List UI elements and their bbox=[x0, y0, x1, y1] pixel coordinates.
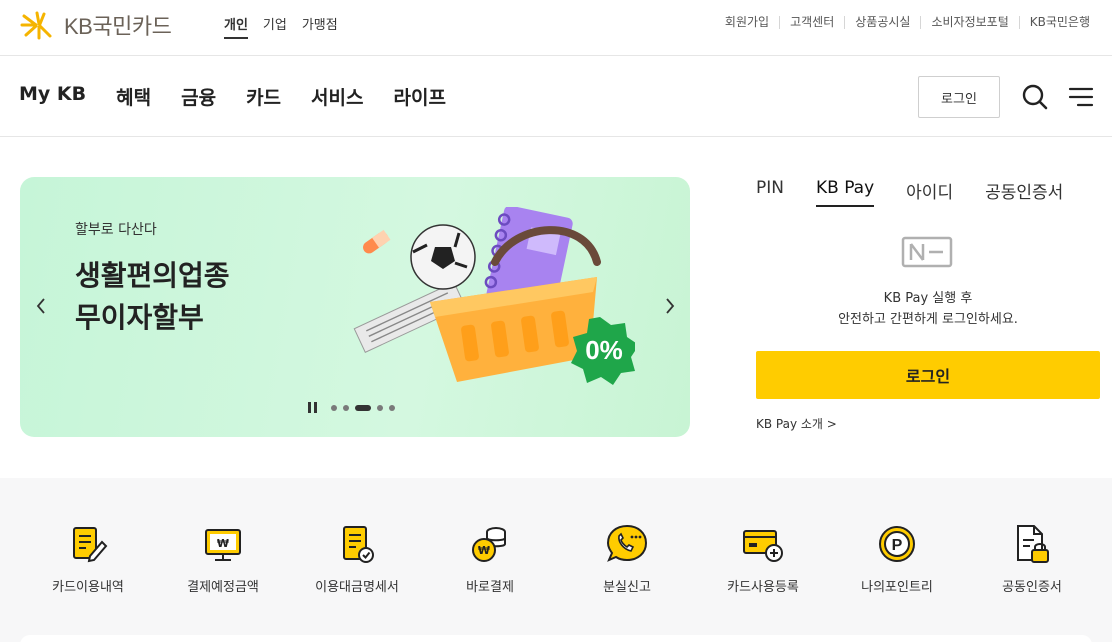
quick-my-pointree[interactable]: P 나의포인트리 bbox=[827, 522, 967, 595]
quick-label: 카드사용등록 bbox=[727, 580, 799, 595]
logo-text: KB국민카드 bbox=[64, 14, 172, 39]
slide-dot[interactable] bbox=[331, 404, 337, 411]
header-login-button[interactable]: 로그인 bbox=[918, 76, 1000, 118]
zero-percent-badge: 0% bbox=[585, 335, 623, 365]
banner-subtitle: 할부로 다산다 bbox=[75, 222, 157, 238]
kb-pay-login-button[interactable]: 로그인 bbox=[756, 351, 1100, 399]
hamburger-menu-icon[interactable] bbox=[1068, 86, 1094, 108]
login-message-line2: 안전하고 간편하게 로그인하세요. bbox=[838, 312, 1018, 327]
certificate-lock-icon bbox=[1017, 525, 1049, 563]
quick-instant-payment[interactable]: ₩ 바로결제 bbox=[420, 522, 560, 595]
quick-label: 나의포인트리 bbox=[861, 580, 933, 595]
quick-certificate[interactable]: 공동인증서 bbox=[962, 522, 1102, 595]
menu-life[interactable]: 라이프 bbox=[393, 83, 445, 110]
slide-dot[interactable] bbox=[343, 404, 349, 411]
product-disclosure-link[interactable]: 상품공시실 bbox=[844, 16, 920, 29]
svg-text:P: P bbox=[892, 537, 903, 554]
menu-service[interactable]: 서비스 bbox=[311, 83, 363, 110]
quick-label: 이용대금명세서 bbox=[315, 580, 399, 595]
quick-label: 공동인증서 bbox=[1002, 580, 1062, 595]
tab-personal[interactable]: 개인 bbox=[224, 14, 248, 39]
menu-benefits[interactable]: 혜택 bbox=[116, 83, 151, 110]
menu-finance[interactable]: 금융 bbox=[181, 83, 216, 110]
tab-pin[interactable]: PIN bbox=[756, 178, 784, 207]
customer-center-link[interactable]: 고객센터 bbox=[779, 16, 844, 29]
promo-banner[interactable]: 할부로 다산다 생활편의업종 무이자할부 0% bbox=[20, 177, 690, 437]
lost-report-phone-icon bbox=[606, 524, 648, 562]
quick-lost-report[interactable]: 분실신고 bbox=[557, 522, 697, 595]
slide-pager bbox=[308, 402, 395, 413]
kb-logo[interactable]: KB국민카드 bbox=[20, 10, 172, 40]
kb-pay-app-icon bbox=[901, 236, 953, 268]
login-message: KB Pay 실행 후 안전하고 간편하게 로그인하세요. bbox=[756, 288, 1100, 330]
login-message-line1: KB Pay 실행 후 bbox=[883, 291, 973, 306]
quick-statement[interactable]: 이용대금명세서 bbox=[287, 522, 427, 595]
login-method-tabs: PIN KB Pay 아이디 공동인증서 bbox=[756, 178, 1063, 207]
kb-star-logo-icon bbox=[20, 11, 52, 40]
quick-card-register[interactable]: 카드사용등록 bbox=[693, 522, 833, 595]
top-utility-bar: KB국민카드 개인 기업 가맹점 회원가입 고객센터 상품공시실 소비자정보포털… bbox=[0, 0, 1112, 56]
slide-dot-active[interactable] bbox=[355, 404, 371, 411]
payment-due-monitor-icon: ₩ bbox=[205, 529, 241, 561]
banner-title-line2: 무이자할부 bbox=[75, 301, 204, 334]
next-slide-arrow-icon[interactable] bbox=[663, 296, 677, 316]
kb-bank-link[interactable]: KB국민은행 bbox=[1018, 16, 1100, 29]
instant-payment-coins-icon: ₩ bbox=[472, 527, 506, 562]
statement-document-icon bbox=[343, 526, 374, 563]
quick-label: 바로결제 bbox=[466, 580, 514, 595]
menu-my-kb[interactable]: My KB bbox=[19, 83, 86, 110]
quick-payment-due[interactable]: ₩ 결제예정금액 bbox=[153, 522, 293, 595]
prev-slide-arrow-icon[interactable] bbox=[34, 296, 48, 316]
signup-link[interactable]: 회원가입 bbox=[715, 16, 779, 29]
card-register-plus-icon bbox=[743, 530, 783, 562]
global-navigation: My KB 혜택 금융 카드 서비스 라이프 로그인 bbox=[0, 56, 1112, 137]
quick-card-usage-history[interactable]: 카드이용내역 bbox=[18, 522, 158, 595]
quick-label: 결제예정금액 bbox=[187, 580, 259, 595]
kb-pay-intro-link[interactable]: KB Pay 소개 > bbox=[756, 415, 837, 432]
content-card-edge bbox=[20, 635, 1092, 642]
tab-kb-pay[interactable]: KB Pay bbox=[815, 178, 875, 207]
point-p-coin-icon: P bbox=[879, 526, 915, 562]
svg-text:₩: ₩ bbox=[217, 537, 229, 550]
main-menu: My KB 혜택 금융 카드 서비스 라이프 bbox=[19, 83, 446, 110]
card-usage-history-icon bbox=[73, 527, 108, 563]
consumer-info-portal-link[interactable]: 소비자정보포털 bbox=[920, 16, 1018, 29]
pause-icon[interactable] bbox=[308, 402, 317, 413]
slide-dot[interactable] bbox=[377, 404, 383, 411]
svg-text:₩: ₩ bbox=[478, 544, 490, 557]
tab-certificate[interactable]: 공동인증서 bbox=[985, 178, 1063, 207]
quick-menu: 카드이용내역 ₩ 결제예정금액 이용대금명세서 ₩ 바로결제 분실신고 카드사용… bbox=[0, 478, 1112, 642]
quick-label: 카드이용내역 bbox=[52, 580, 124, 595]
banner-title-line1: 생활편의업종 bbox=[75, 259, 230, 292]
slide-dot[interactable] bbox=[389, 404, 395, 411]
menu-card[interactable]: 카드 bbox=[246, 83, 281, 110]
banner-title: 생활편의업종 무이자할부 bbox=[75, 255, 230, 339]
customer-segment-tabs: 개인 기업 가맹점 bbox=[224, 14, 338, 39]
tab-corporate[interactable]: 기업 bbox=[263, 14, 287, 39]
tab-id[interactable]: 아이디 bbox=[906, 178, 953, 207]
shopping-basket-illustration: 0% bbox=[353, 207, 635, 385]
search-icon[interactable] bbox=[1021, 83, 1049, 111]
tab-merchant[interactable]: 가맹점 bbox=[302, 14, 338, 39]
quick-label: 분실신고 bbox=[603, 580, 651, 595]
utility-links: 회원가입 고객센터 상품공시실 소비자정보포털 KB국민은행 bbox=[715, 16, 1100, 29]
